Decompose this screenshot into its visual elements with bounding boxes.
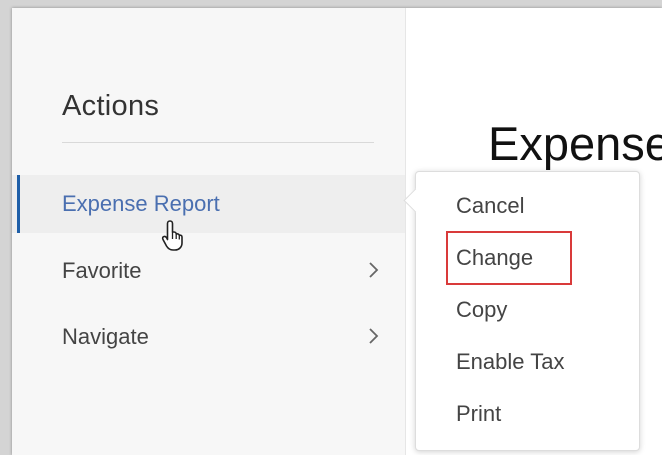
page-heading: Expense [488,117,662,170]
title-divider [62,142,374,143]
popup-item-print[interactable]: Print [456,394,616,434]
actions-panel-title: Actions [62,90,160,122]
popup-item-cancel[interactable]: Cancel [456,186,616,226]
menu-item-label: Navigate [62,324,149,349]
chevron-right-icon [369,262,379,278]
menu-item-favorite[interactable]: Favorite [12,242,405,300]
active-indicator-bar [17,175,20,233]
menu-item-navigate[interactable]: Navigate [12,308,405,366]
popup-item-copy[interactable]: Copy [456,290,616,330]
menu-item-label: Expense Report [62,191,220,216]
menu-item-expense-report[interactable]: Expense Report [12,175,405,233]
highlight-box [446,231,572,285]
related-actions-popup: Cancel Change Copy Enable Tax Print [403,171,640,451]
popup-item-enable-tax[interactable]: Enable Tax [456,342,616,382]
popup-pointer [403,188,428,213]
chevron-right-icon [369,328,379,344]
actions-panel: Actions Expense Report Favorite Navigate [12,8,406,455]
hand-pointer-cursor-icon [161,220,183,251]
app-window: Actions Expense Report Favorite Navigate… [12,8,662,455]
menu-item-label: Favorite [62,258,142,283]
